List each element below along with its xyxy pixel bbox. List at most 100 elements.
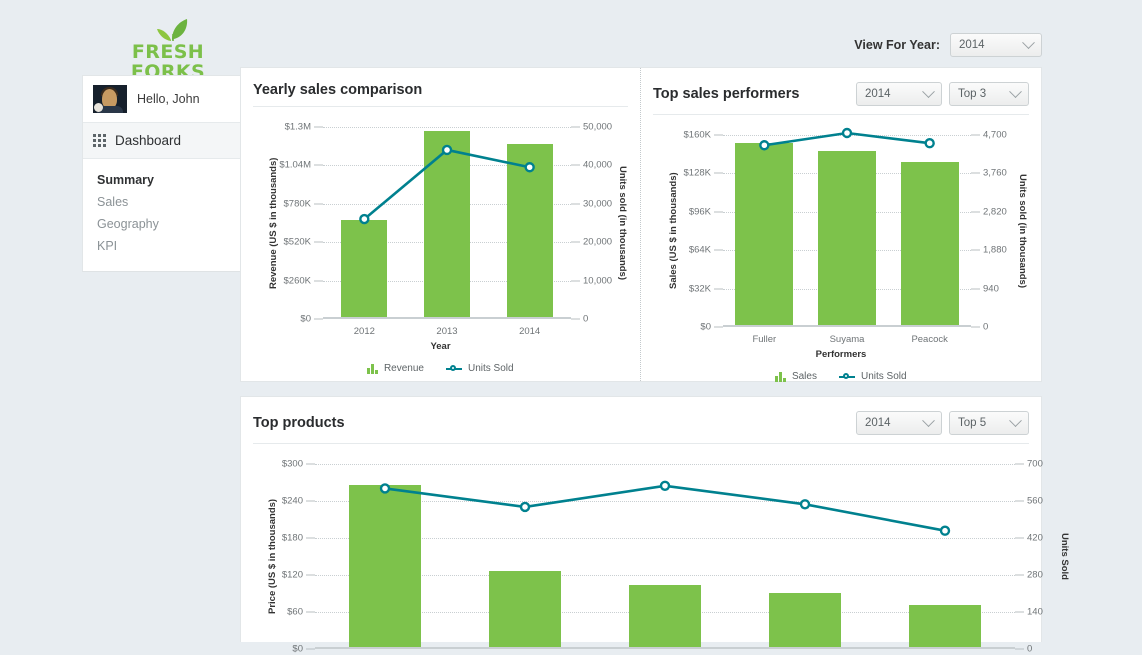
axis-tick-mark (571, 242, 580, 243)
sidebar-item-sales[interactable]: Sales (83, 191, 241, 213)
y2-axis-tick-label: 0 (1027, 644, 1032, 655)
products-year-select[interactable]: 2014 (856, 411, 942, 435)
axis-tick-mark (971, 250, 980, 251)
y2-axis-title: Units sold (in thousands) (1017, 135, 1028, 327)
axis-tick-mark (714, 211, 723, 212)
data-point-marker[interactable] (941, 527, 949, 535)
axis-tick-mark (714, 288, 723, 289)
legend-item-line[interactable]: Units Sold (446, 363, 514, 374)
data-point-marker[interactable] (443, 146, 451, 154)
sidebar-item-geography[interactable]: Geography (83, 213, 241, 235)
axis-tick-mark (1015, 612, 1024, 613)
data-point-marker[interactable] (843, 129, 851, 137)
line-marker-icon (446, 364, 462, 374)
x-axis-tick-label: 2014 (519, 326, 540, 337)
y2-axis-tick-label: 560 (1027, 496, 1043, 507)
y2-axis-tick-label: 940 (983, 283, 999, 294)
axis-tick-mark (306, 612, 315, 613)
line-series (723, 135, 971, 327)
data-point-marker[interactable] (526, 163, 534, 171)
leaf-icon (108, 18, 228, 42)
axis-tick-mark (306, 464, 315, 465)
chevron-down-icon (1022, 36, 1035, 49)
performers-year-select[interactable]: 2014 (856, 82, 942, 106)
sidebar-item-summary[interactable]: Summary (83, 169, 241, 191)
x-axis-tick-label: 2013 (436, 326, 457, 337)
data-point-marker[interactable] (760, 141, 768, 149)
y2-axis-tick-label: 3,760 (983, 168, 1007, 179)
page-title: Top products (253, 415, 849, 431)
data-point-marker[interactable] (801, 500, 809, 508)
y-axis-title: Revenue (US $ in thousands) (268, 127, 279, 319)
bar-chart-icon (775, 372, 786, 382)
header-year-select[interactable]: 2014 (950, 33, 1042, 57)
sidebar-item-label: KPI (97, 239, 117, 253)
y2-axis-tick-label: 50,000 (583, 122, 612, 133)
top-performers-header: Top sales performers 2014 Top 3 (653, 82, 1029, 114)
data-point-marker[interactable] (360, 215, 368, 223)
sidebar-item-dashboard[interactable]: Dashboard (83, 123, 241, 159)
chevron-down-icon (1009, 85, 1022, 98)
chevron-down-icon (1009, 414, 1022, 427)
data-point-marker[interactable] (521, 503, 529, 511)
y-axis-tick-label: $240 (282, 496, 303, 507)
grid-icon (93, 134, 106, 147)
axis-tick-mark (714, 135, 723, 136)
y-axis-tick-label: $300 (282, 459, 303, 470)
chart-legend: Sales Units Sold (653, 371, 1029, 382)
axis-tick-mark (306, 501, 315, 502)
top-performers-chart: $0$32K$64K$96K$128K$160K09401,8802,8203,… (653, 121, 1029, 383)
axis-tick-mark (306, 538, 315, 539)
axis-tick-mark (314, 319, 323, 320)
top-products-panel: Top products 2014 Top 5 $0$60$120$180$24… (240, 396, 1042, 642)
legend-item-bar[interactable]: Sales (775, 371, 817, 382)
legend-label: Units Sold (468, 363, 514, 374)
legend-item-line[interactable]: Units Sold (839, 371, 907, 382)
y2-axis-tick-label: 280 (1027, 570, 1043, 581)
y2-axis-tick-label: 700 (1027, 459, 1043, 470)
axis-tick-mark (571, 319, 580, 320)
user-profile[interactable]: Hello, John (83, 76, 241, 123)
y2-axis-tick-label: 420 (1027, 533, 1043, 544)
axis-tick-mark (714, 327, 723, 328)
chevron-down-icon (922, 414, 935, 427)
header-year-value: 2014 (959, 39, 1018, 51)
y-axis-tick-label: $1.04M (279, 160, 311, 171)
y2-axis-tick-label: 140 (1027, 607, 1043, 618)
axis-tick-mark (314, 165, 323, 166)
y2-axis-tick-label: 40,000 (583, 160, 612, 171)
performers-year-value: 2014 (865, 88, 918, 100)
y2-axis-tick-label: 20,000 (583, 237, 612, 248)
data-point-marker[interactable] (381, 484, 389, 492)
line-marker-icon (839, 372, 855, 382)
y-axis-tick-label: $0 (700, 322, 711, 333)
sidebar-dashboard-label: Dashboard (115, 133, 181, 148)
sidebar-item-kpi[interactable]: KPI (83, 235, 241, 257)
line-series (315, 464, 1015, 649)
user-greeting: Hello, John (137, 92, 200, 106)
yearly-sales-header: Yearly sales comparison (253, 82, 628, 106)
bar-chart-icon (367, 364, 378, 374)
data-point-marker[interactable] (926, 139, 934, 147)
data-point-marker[interactable] (661, 482, 669, 490)
sidebar-nav-list: Summary Sales Geography KPI (83, 159, 241, 271)
y2-axis-title: Units Sold (1059, 464, 1070, 649)
products-top-select[interactable]: Top 5 (949, 411, 1029, 435)
y-axis-tick-label: $0 (292, 644, 303, 655)
x-axis-title: Performers (653, 349, 1029, 360)
legend-label: Sales (792, 371, 817, 382)
axis-tick-mark (571, 203, 580, 204)
y-axis-tick-label: $1.3M (285, 122, 311, 133)
sidebar-item-label: Summary (97, 173, 154, 187)
yearly-sales-card: Yearly sales comparison $0$260K$520K$780… (241, 68, 641, 381)
axis-tick-mark (314, 127, 323, 128)
top-products-header: Top products 2014 Top 5 (253, 411, 1029, 443)
y-axis-tick-label: $160K (684, 130, 711, 141)
performers-top-select[interactable]: Top 3 (949, 82, 1029, 106)
axis-tick-mark (1015, 501, 1024, 502)
axis-tick-mark (971, 211, 980, 212)
legend-item-bar[interactable]: Revenue (367, 363, 424, 374)
axis-tick-mark (1015, 575, 1024, 576)
x-axis-tick-label: 2012 (354, 326, 375, 337)
page-title: Top sales performers (653, 86, 849, 102)
